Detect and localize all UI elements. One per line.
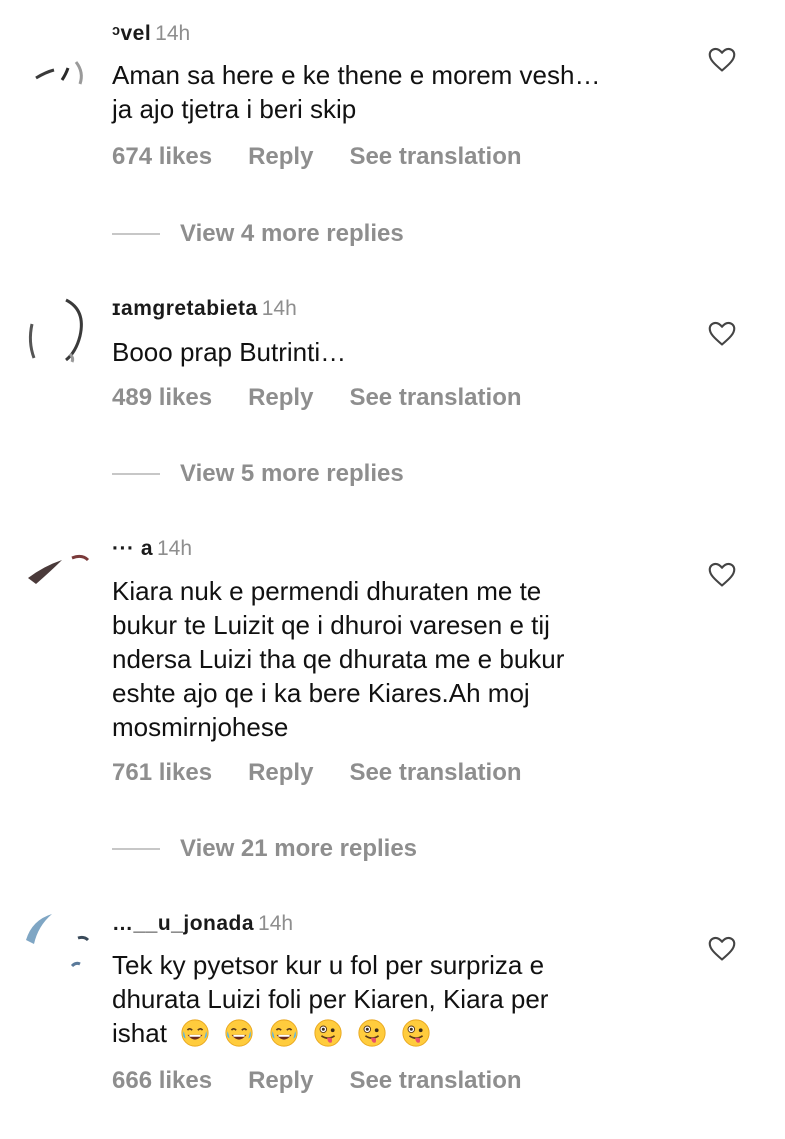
see-translation-button[interactable]: See translation [349, 1067, 521, 1095]
comment-line: bukur te Luizit qe i dhuroi varesen e ti… [112, 610, 550, 640]
username[interactable]: …__u_jonada [112, 912, 254, 935]
view-replies-label: View 4 more replies [180, 220, 404, 247]
joy-emoji-icon [181, 1019, 209, 1047]
emoji-group [180, 1018, 438, 1048]
heart-outline-icon[interactable] [708, 936, 736, 962]
comment-line: dhurata Luizi foli per Kiaren, Kiara per [112, 984, 549, 1014]
comment-text: Booo prap Butrinti… [112, 335, 692, 369]
comment-line: ndersa Luizi tha qe dhurata me e bukur [112, 644, 565, 674]
likes-count[interactable]: 489 likes [112, 384, 212, 412]
heart-outline-icon[interactable] [708, 562, 736, 588]
heart-outline-icon[interactable] [708, 321, 736, 347]
likes-count[interactable]: 761 likes [112, 759, 212, 787]
username[interactable]: ᵓvel [112, 22, 151, 45]
comment-line: Tek ky pyetsor kur u fol per surpriza e [112, 950, 545, 980]
comment-actions: 666 likes Reply See translation [112, 1067, 558, 1095]
zany-emoji-icon [358, 1019, 386, 1047]
replies-divider [112, 848, 160, 850]
comment-line: Aman sa here e ke thene e morem vesh… [112, 60, 601, 90]
comment-actions: 489 likes Reply See translation [112, 384, 558, 412]
likes-count[interactable]: 674 likes [112, 143, 212, 171]
avatar[interactable] [22, 540, 94, 612]
see-translation-button[interactable]: See translation [349, 143, 521, 171]
comment-line-with-emojis: ishat [112, 1016, 692, 1050]
avatar[interactable] [22, 38, 94, 110]
comment-text: Kiara nuk e permendi dhuraten me te buku… [112, 574, 692, 744]
likes-count[interactable]: 666 likes [112, 1067, 212, 1095]
reply-button[interactable]: Reply [248, 1067, 313, 1095]
see-translation-button[interactable]: See translation [349, 384, 521, 412]
comment-header: ᵓvel 14h [112, 22, 190, 46]
comment-actions: 674 likes Reply See translation [112, 143, 558, 171]
view-replies-label: View 21 more replies [180, 835, 418, 862]
zany-emoji-icon [402, 1019, 430, 1047]
comment-line: ishat [112, 1018, 167, 1048]
comment-line: eshte ajo qe i ka bere Kiares.Ah moj [112, 678, 530, 708]
comment-line: ja ajo tjetra i beri skip [112, 94, 357, 124]
comment-header: …__u_jonada 14h [112, 912, 293, 936]
zany-emoji-icon [314, 1019, 342, 1047]
replies-divider [112, 473, 160, 475]
avatar-image [26, 914, 90, 968]
comment-header: ɪamgretabieta 14h [112, 297, 297, 321]
avatar[interactable] [22, 910, 94, 982]
username[interactable]: ɪamgretabieta [112, 297, 258, 320]
view-replies-button[interactable]: View 21 more replies [112, 835, 417, 863]
view-replies-label: View 5 more replies [180, 460, 404, 487]
comment-line: Kiara nuk e permendi dhuraten me te [112, 576, 542, 606]
timestamp: 14h [157, 537, 193, 560]
avatar-image [28, 554, 90, 584]
comment-actions: 761 likes Reply See translation [112, 759, 558, 787]
timestamp: 14h [261, 297, 297, 320]
joy-emoji-icon [270, 1019, 298, 1047]
avatar[interactable] [22, 296, 94, 368]
joy-emoji-icon [225, 1019, 253, 1047]
timestamp: 14h [258, 912, 294, 935]
comment-line: mosmirnjohese [112, 712, 289, 742]
reply-button[interactable]: Reply [248, 759, 313, 787]
view-replies-button[interactable]: View 4 more replies [112, 220, 404, 248]
username[interactable]: ··· a [112, 537, 153, 560]
heart-outline-icon[interactable] [708, 47, 736, 73]
avatar-image [35, 61, 83, 85]
timestamp: 14h [155, 22, 191, 45]
view-replies-button[interactable]: View 5 more replies [112, 460, 404, 488]
comment-text: Aman sa here e ke thene e morem vesh… ja… [112, 58, 692, 126]
comment-text: Tek ky pyetsor kur u fol per surpriza e … [112, 948, 692, 1050]
reply-button[interactable]: Reply [248, 143, 313, 171]
see-translation-button[interactable]: See translation [349, 759, 521, 787]
comment-header: ··· a 14h [112, 537, 192, 561]
replies-divider [112, 233, 160, 235]
reply-button[interactable]: Reply [248, 384, 313, 412]
comment-line: Booo prap Butrinti… [112, 337, 347, 367]
avatar-image [28, 298, 83, 363]
